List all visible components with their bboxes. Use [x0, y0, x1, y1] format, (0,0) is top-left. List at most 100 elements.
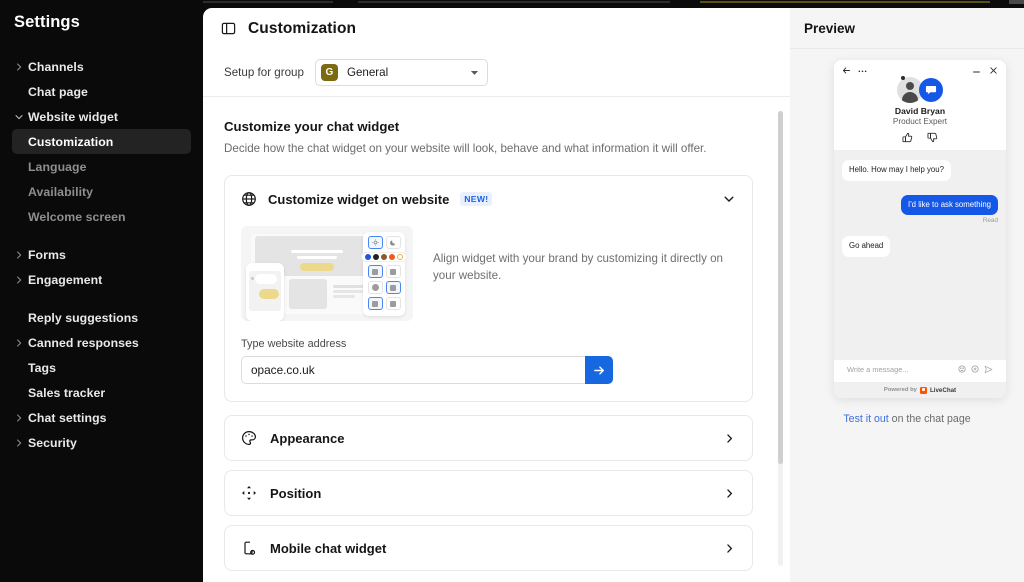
row-appearance-label: Appearance: [270, 431, 710, 446]
widget-message-input[interactable]: Write a message...: [841, 360, 999, 378]
main-panel: Customization Setup for group G General …: [203, 8, 790, 582]
group-label: Setup for group: [224, 66, 304, 79]
sidebar-item-welcome-screen[interactable]: Welcome screen: [12, 204, 191, 229]
group-selected-value: General: [347, 66, 461, 79]
page-title: Settings: [0, 13, 203, 32]
scrollbar-thumb[interactable]: [778, 111, 783, 464]
sidebar-item-label: Forms: [28, 248, 66, 262]
sun-icon: [368, 236, 383, 249]
thumbs-up-icon[interactable]: [902, 132, 913, 143]
attachment-add-icon[interactable]: [971, 365, 979, 373]
sidebar-item-label: Engagement: [28, 273, 102, 287]
minimize-icon[interactable]: [972, 66, 981, 75]
sidebar-item-reply-suggestions[interactable]: Reply suggestions: [12, 305, 191, 330]
main-header-title: Customization: [248, 20, 356, 38]
preview-panel: Preview: [790, 8, 1024, 582]
message-row: I'd like to ask something: [842, 194, 998, 216]
customize-widget-card-header[interactable]: Customize widget on website NEW!: [225, 176, 752, 222]
sidebar-item-chat-page[interactable]: Chat page: [12, 79, 191, 104]
section-description: Decide how the chat widget on your websi…: [224, 142, 753, 155]
panel-toggle-icon[interactable]: [221, 21, 236, 36]
settings-sidebar: Settings Channels Chat page Website widget…: [0, 0, 203, 582]
nav-spacer: [0, 229, 203, 242]
preview-header: Preview: [790, 8, 1024, 49]
more-options-icon[interactable]: [857, 66, 868, 75]
customize-widget-description: Align widget with your brand by customiz…: [433, 226, 736, 321]
group-select[interactable]: G General: [315, 59, 488, 86]
illustration-phone: [246, 263, 284, 321]
moon-icon: [386, 236, 401, 249]
chevron-right-icon[interactable]: [14, 62, 24, 72]
chat-message-visitor: I'd like to ask something: [901, 195, 998, 216]
strip-bar-d: [1009, 0, 1024, 4]
brand-name: LiveChat: [930, 387, 956, 394]
sidebar-item-label: Canned responses: [28, 336, 139, 350]
rating-controls: [834, 132, 1006, 143]
sidebar-item-tags[interactable]: Tags: [12, 355, 191, 380]
row-appearance[interactable]: Appearance: [224, 415, 753, 461]
powered-by-label: Powered by: [884, 387, 917, 393]
close-icon[interactable]: [989, 66, 998, 75]
send-icon[interactable]: [984, 365, 993, 374]
back-arrow-icon[interactable]: [842, 66, 851, 75]
palette-icon: [241, 430, 257, 446]
bubble-shape-icon: [368, 281, 383, 294]
chevron-right-icon: [723, 432, 736, 445]
widget-controls: [834, 60, 1006, 75]
main-scroll-area: Customize your chat widget Decide how th…: [203, 97, 790, 582]
sidebar-item-channels[interactable]: Channels: [12, 54, 191, 79]
chevron-right-icon[interactable]: [14, 275, 24, 285]
chevron-right-icon[interactable]: [14, 413, 24, 423]
website-address-input[interactable]: [241, 356, 585, 384]
chevron-up-collapse-icon[interactable]: [722, 192, 736, 206]
sidebar-item-canned-responses[interactable]: Canned responses: [12, 330, 191, 355]
section-title: Customize your chat widget: [224, 119, 753, 134]
sidebar-item-availability[interactable]: Availability: [12, 179, 191, 204]
chevron-right-icon[interactable]: [14, 438, 24, 448]
banner-shape-icon: [386, 281, 401, 294]
emoji-icon[interactable]: [958, 365, 966, 373]
test-it-out-suffix: on the chat page: [889, 413, 971, 425]
chevron-right-icon[interactable]: [14, 250, 24, 260]
chevron-down-icon[interactable]: [14, 112, 24, 122]
position-right-icon: [386, 297, 401, 310]
row-position[interactable]: Position: [224, 470, 753, 516]
sidebar-item-sales-tracker[interactable]: Sales tracker: [12, 380, 191, 405]
widget-input-placeholder: Write a message...: [847, 365, 953, 374]
sidebar-item-security[interactable]: Security: [12, 430, 191, 455]
color-swatches: [361, 252, 407, 262]
sidebar-item-website-widget[interactable]: Website widget: [12, 104, 191, 129]
customize-widget-card-title: Customize widget on website: [268, 192, 449, 207]
sidebar-item-chat-settings[interactable]: Chat settings: [12, 405, 191, 430]
sidebar-item-label: Chat page: [28, 85, 88, 99]
sidebar-item-engagement[interactable]: Engagement: [12, 267, 191, 292]
row-mobile-chat-widget[interactable]: Mobile chat widget: [224, 525, 753, 571]
sidebar-item-customization[interactable]: Customization: [12, 129, 191, 154]
sidebar-item-label: Reply suggestions: [28, 311, 138, 325]
thumbs-down-icon[interactable]: [927, 132, 938, 143]
customize-widget-card-body: Align widget with your brand by customiz…: [225, 222, 752, 321]
new-badge: NEW!: [460, 192, 492, 206]
sidebar-nav: Channels Chat page Website widget Customiza…: [0, 54, 203, 455]
illustration-toolbar: [363, 232, 405, 316]
layout-list-icon: [368, 265, 383, 278]
chat-bubble-icon: [919, 78, 943, 102]
strip-bar-b: [358, 1, 670, 3]
chevron-right-icon[interactable]: [14, 338, 24, 348]
test-it-out-link[interactable]: Test it out: [843, 413, 888, 425]
sidebar-item-label: Welcome screen: [28, 210, 126, 224]
globe-icon: [241, 191, 257, 207]
sidebar-item-forms[interactable]: Forms: [12, 242, 191, 267]
sidebar-item-language[interactable]: Language: [12, 154, 191, 179]
strip-bar-c: [700, 1, 990, 3]
position-left-icon: [368, 297, 383, 310]
chevron-down-icon: [470, 68, 479, 77]
sidebar-item-label: Sales tracker: [28, 386, 105, 400]
website-address-submit-button[interactable]: [585, 356, 613, 384]
agent-name: David Bryan: [834, 106, 1006, 116]
message-row: Go ahead: [842, 235, 998, 257]
customize-widget-card: Customize widget on website NEW!: [224, 175, 753, 402]
sidebar-item-label: Customization: [28, 135, 113, 149]
chat-message-agent: Hello. How may I help you?: [842, 160, 951, 181]
message-status: Read: [842, 217, 998, 224]
